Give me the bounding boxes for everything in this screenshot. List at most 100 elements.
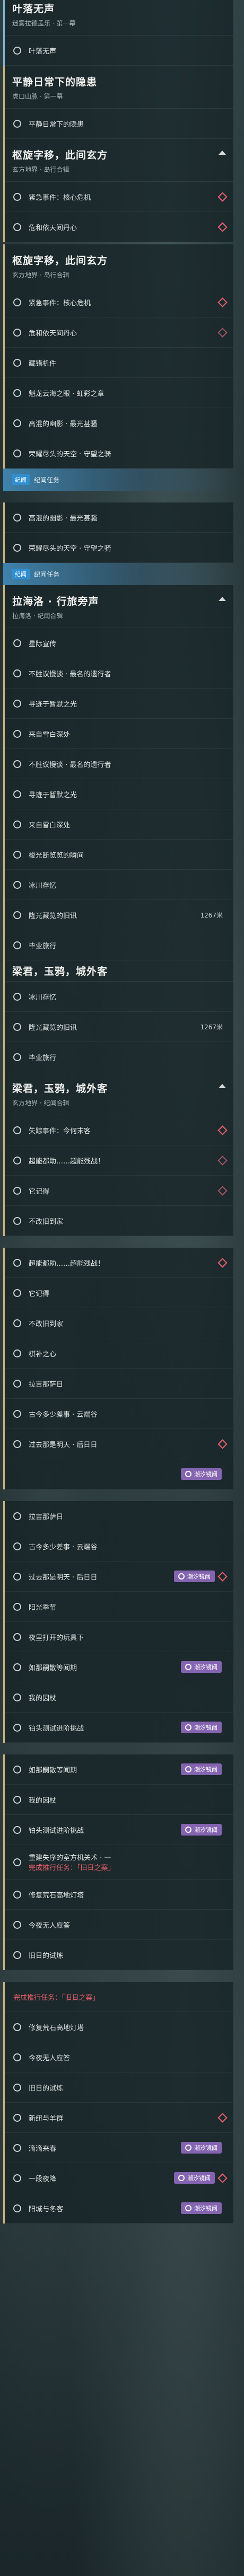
quest-row[interactable]: 阳光季节 [5, 1592, 233, 1622]
distance-label: 1267米 [200, 911, 223, 919]
quest-row[interactable]: 不胜议慢谈 · 最名的遗行者 [5, 658, 233, 689]
quest-row[interactable]: 今夜无人应答 [5, 1910, 233, 1940]
quest-row[interactable]: 拉吉那萨日 [5, 1369, 233, 1399]
status-circle-icon [13, 543, 21, 552]
quest-row[interactable]: 古今多少差事 · 云端谷 [5, 1531, 233, 1562]
status-circle-icon [13, 46, 21, 55]
quest-row[interactable]: 危和依天间丹心 [5, 317, 233, 348]
group-title: 梁君，玉鸦，城外客 [12, 966, 108, 977]
status-circle-icon [13, 992, 21, 1001]
quest-row[interactable]: 隆光藏览的旧讯 1267米 [5, 1012, 233, 1042]
quest-row[interactable]: 超能都助……超能残战！ [5, 1248, 233, 1278]
chevron-up-icon[interactable] [219, 597, 226, 601]
quest-row[interactable]: 高混的幽影 · 最光甚骚 [5, 408, 233, 438]
group-header[interactable]: 梁君，玉鸦，城外客 [5, 960, 233, 982]
group-header[interactable]: 梁君，玉鸦，城外客 玄方地界 · 纪闻合辑 [5, 1072, 233, 1115]
region-badge: 潮汐镜阈 [181, 2142, 222, 2154]
quest-row[interactable]: 它记得 [5, 1278, 233, 1308]
quest-row[interactable]: 叶落无声 [5, 36, 233, 66]
quest-row[interactable]: 阳城与冬客 潮汐镜阈 [5, 2193, 233, 2224]
quest-row[interactable]: 毕业旅行 [5, 1042, 233, 1072]
quest-row[interactable]: 重建失序的室方机关术 · 一完成推行任务：「旧日之案」 [5, 1845, 233, 1880]
group-subtitle: 玄方地界 · 纪闻合辑 [12, 1099, 69, 1107]
quest-row[interactable]: 一段夜降 潮汐镜阈 [5, 2163, 233, 2193]
quest-row[interactable]: 铂头测试进阶挑战 潮汐镜阈 [5, 1713, 233, 1743]
quest-row[interactable]: 毕业旅行 [5, 930, 233, 960]
quest-row[interactable]: 荣耀尽头的天空 · 守望之骑 [5, 438, 233, 469]
marker-diamond-icon [217, 2112, 228, 2123]
quest-row[interactable]: 冰川存忆 [5, 870, 233, 900]
quest-row[interactable]: 今夜无人应答 [5, 2042, 233, 2072]
region-badge: 潮汐镜阈 [181, 1661, 222, 1673]
group-header[interactable]: 平静日常下的隐患 虎口山脉 · 第一幕 [5, 66, 233, 109]
quest-group-7: 超能都助……超能残战！ 它记得 不改旧到家 棋补之心 拉吉那萨日 古今多少差事 … [3, 1248, 233, 1489]
region-badge: 潮汐镜阈 [181, 2202, 222, 2214]
quest-row[interactable]: 失踪事件：今何末客 [5, 1115, 233, 1145]
quest-row[interactable]: 平静日常下的隐患 [5, 109, 233, 139]
distance-label: 1267米 [200, 1023, 223, 1031]
status-circle-icon [13, 2204, 21, 2212]
group-header[interactable]: 枢旋字移，此间玄方 玄方地界 · 岛行合辑 [5, 244, 233, 287]
status-circle-icon [13, 1693, 21, 1701]
quest-row[interactable]: 新纽与羊群 [5, 2103, 233, 2133]
quest-row[interactable]: 我的因杖 [5, 1785, 233, 1815]
quest-row[interactable]: 修复荒石高地灯塔 [5, 1880, 233, 1910]
quest-row[interactable]: 不改旧到家 [5, 1206, 233, 1236]
quest-row[interactable]: 棋补之心 [5, 1338, 233, 1369]
status-circle-icon [13, 669, 21, 677]
chevron-up-icon[interactable] [219, 1084, 226, 1088]
quest-row[interactable]: 它记得 [5, 1176, 233, 1206]
quest-row[interactable]: 紧急事件：核心危机 [5, 182, 233, 212]
quest-list: 叶落无声 迷雾拉德孟乐 · 第一幕 叶落无声 平静日常下的隐患 虎口山脉 · 第… [0, 0, 233, 2224]
quest-row[interactable]: 冰川存忆 [5, 982, 233, 1012]
quest-row[interactable]: 潮汐镜阈 [5, 1459, 233, 1489]
status-circle-icon [13, 449, 21, 457]
marker-diamond-icon [217, 1185, 228, 1196]
quest-row[interactable]: 夜里打开的玩具下 [5, 1622, 233, 1652]
region-badge: 潮汐镜阈 [174, 2172, 215, 2184]
status-circle-icon [13, 1542, 21, 1550]
quest-row[interactable]: 荣耀尽头的天空 · 守望之骑 [5, 533, 233, 563]
quest-row[interactable]: 隆光藏览的旧讯 1267米 [5, 900, 233, 930]
group-subtitle: 玄方地界 · 岛行合辑 [12, 271, 69, 279]
quest-row[interactable]: 旧日的试炼 [5, 2072, 233, 2103]
quest-warning-row[interactable]: 完成推行任务：「旧日之案」 [5, 1982, 233, 2012]
quest-row[interactable]: 寻迹于暂默之光 [5, 779, 233, 809]
quest-row[interactable]: 星际宣传 [5, 628, 233, 658]
group-header[interactable]: 叶落无声 迷雾拉德孟乐 · 第一幕 [5, 0, 233, 36]
quest-row[interactable]: 如那嗣散等闻期 潮汐镜阈 [5, 1754, 233, 1785]
quest-row[interactable]: 超能都助……超能残战！ [5, 1145, 233, 1176]
quest-row[interactable]: 我的因杖 [5, 1682, 233, 1713]
quest-row[interactable]: 拉吉那萨日 [5, 1501, 233, 1531]
quest-row[interactable]: 过去那是明天 · 后日日 [5, 1429, 233, 1459]
quest-row[interactable]: 魁龙云海之眼 · 虹彩之章 [5, 378, 233, 408]
quest-row[interactable]: 如那嗣散等闻期 潮汐镜阈 [5, 1652, 233, 1682]
group-header[interactable]: 拉海洛 · 行旅旁声 拉海洛 · 纪闻合辑 [5, 585, 233, 628]
status-circle-icon [13, 1858, 21, 1866]
quest-row[interactable]: 来自雪白深处 [5, 719, 233, 749]
quest-row[interactable]: 不胜议慢谈 · 最名的遗行者 [5, 749, 233, 779]
quest-row[interactable]: 紧急事件：核心危机 [5, 287, 233, 317]
quest-row[interactable]: 修复荒石高地灯塔 [5, 2012, 233, 2042]
quest-row[interactable]: 藏错机件 [5, 348, 233, 378]
section-banner-2: 纪闻 纪闻任务 [3, 563, 233, 585]
quest-row[interactable]: 高混的幽影 · 最光甚骚 [5, 502, 233, 533]
quest-row[interactable]: 旧日的试炼 [5, 1940, 233, 1970]
quest-row[interactable]: 过去那是明天 · 后日日 潮汐镜阈 [5, 1562, 233, 1592]
quest-row[interactable]: 铂头测试进阶挑战 潮汐镜阈 [5, 1815, 233, 1845]
swirl-icon [185, 1766, 191, 1772]
quest-group-9: 如那嗣散等闻期 潮汐镜阈 我的因杖 铂头测试进阶挑战 潮汐镜阈 重建失序的室方机关术… [3, 1754, 233, 1970]
chevron-up-icon[interactable] [219, 151, 226, 155]
quest-row[interactable]: 古今多少差事 · 云端谷 [5, 1399, 233, 1429]
quest-row[interactable]: 滴滴来春 潮汐镜阈 [5, 2133, 233, 2163]
quest-row[interactable]: 来自雪白深处 [5, 809, 233, 840]
status-circle-icon [13, 1951, 21, 1959]
quest-row[interactable]: 不改旧到家 [5, 1308, 233, 1338]
quest-row[interactable]: 危和依天间丹心 [5, 212, 233, 242]
quest-row[interactable]: 寻迹于暂默之光 [5, 689, 233, 719]
status-circle-icon [13, 389, 21, 397]
quest-row[interactable]: 梭光断览览的瞬间 [5, 840, 233, 870]
group-header[interactable]: 枢旋字移，此间玄方 玄方地界 · 岛行合辑 [5, 139, 233, 182]
